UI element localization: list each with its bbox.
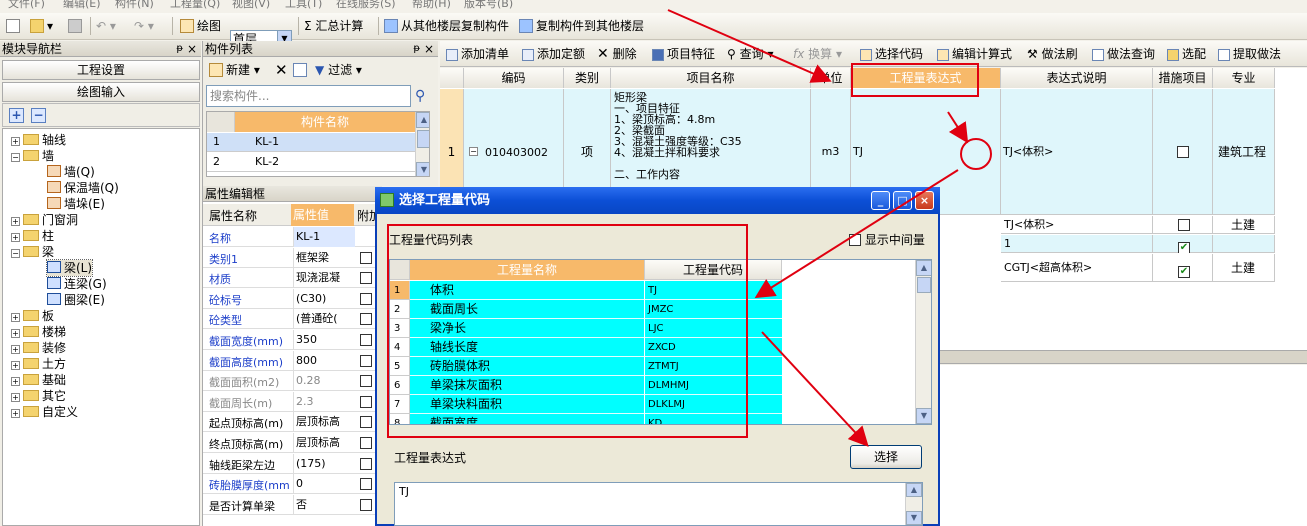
annotation-arrow <box>754 169 959 299</box>
annotation-arrows <box>667 9 969 447</box>
annotation-arrow <box>947 111 969 144</box>
annotation-arrow <box>761 331 869 447</box>
annotation-arrow <box>667 9 832 83</box>
